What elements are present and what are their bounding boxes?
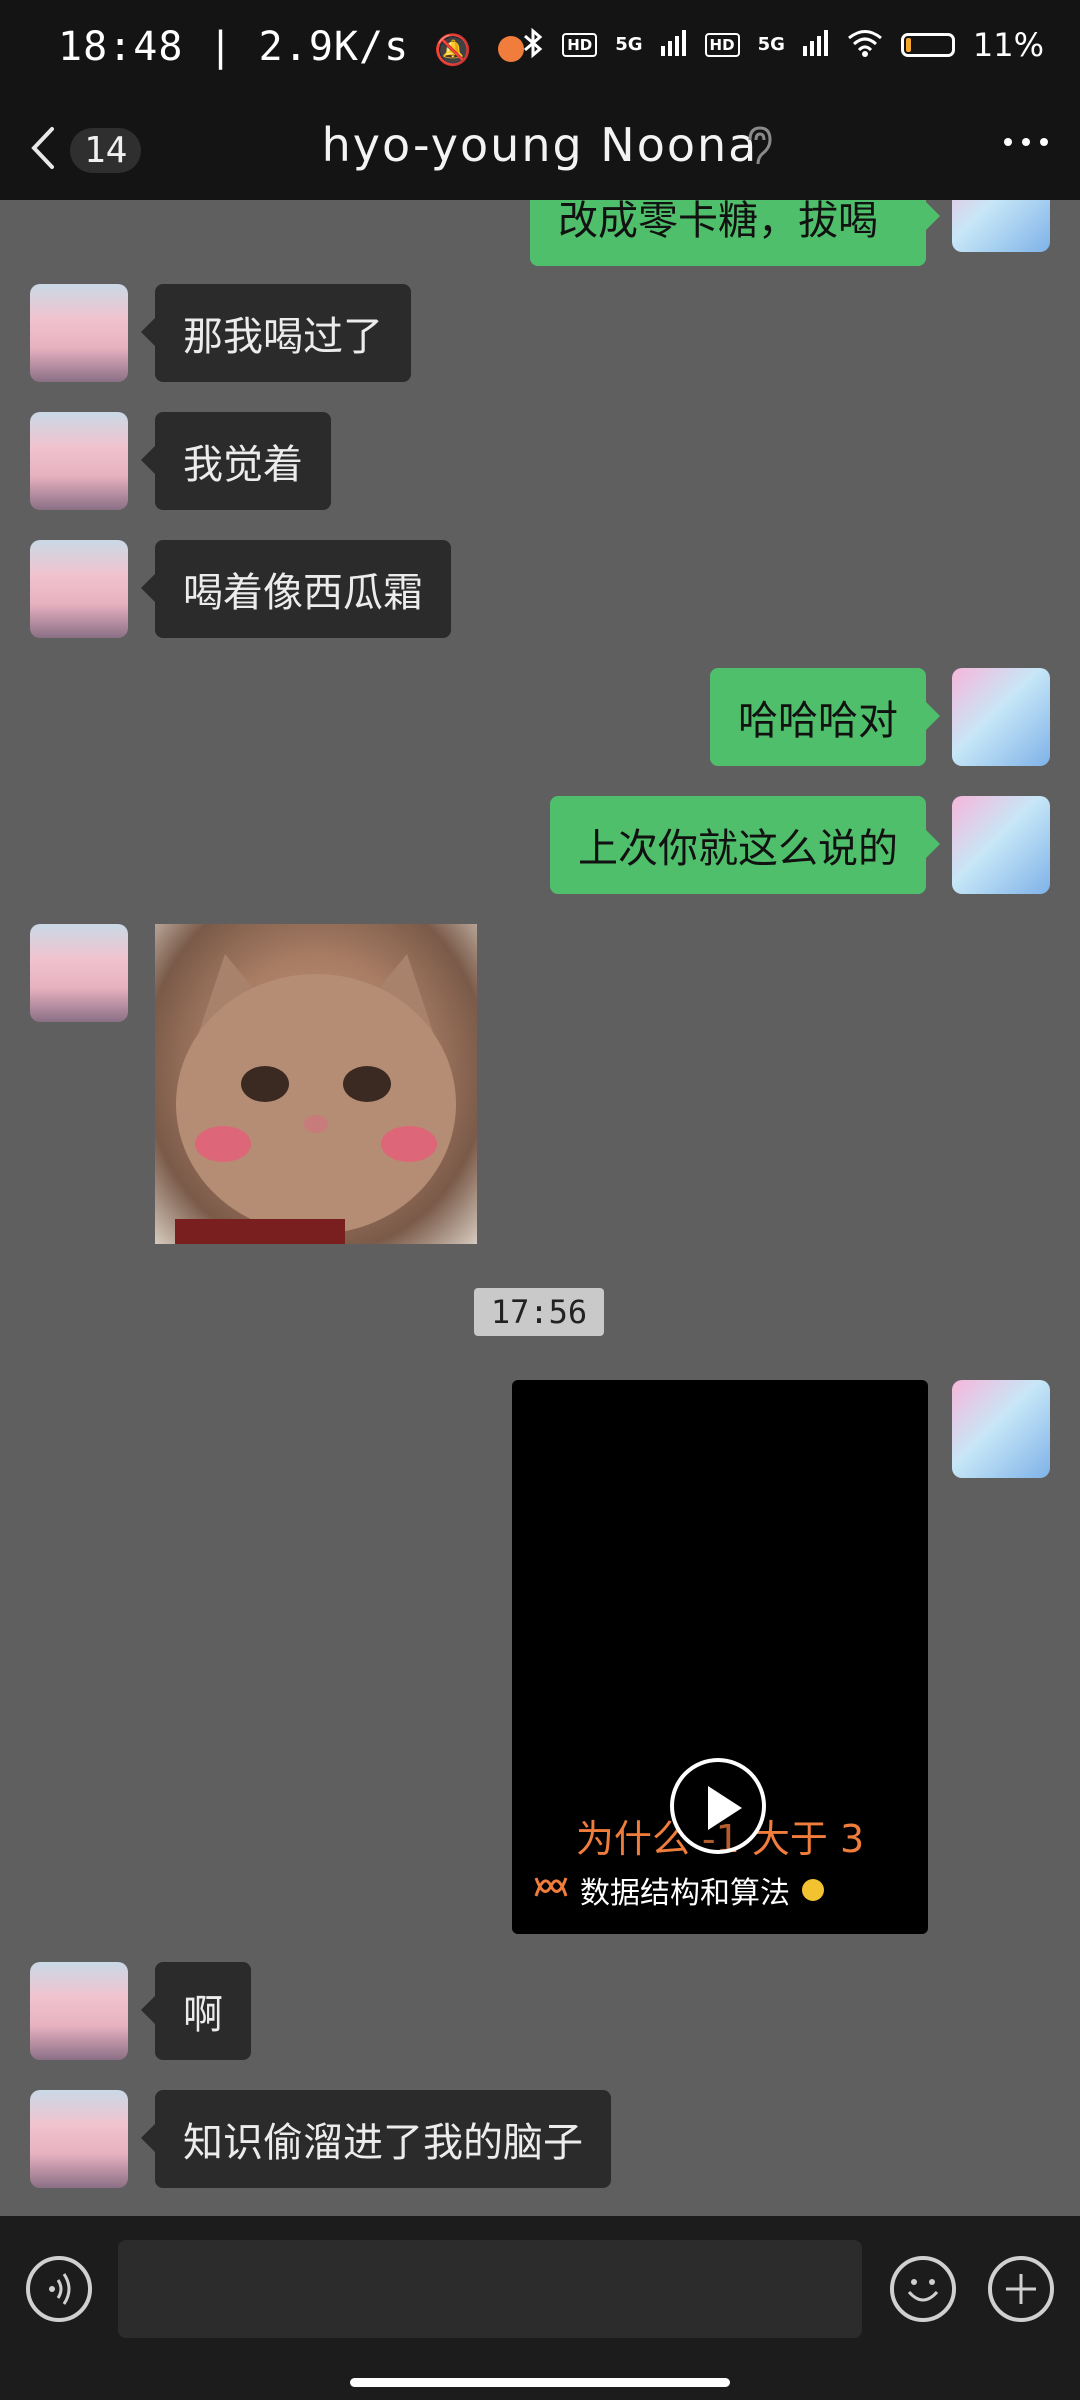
status-time: 18:48 | 2.9K/s 🔕: [58, 24, 524, 70]
avatar-self[interactable]: [952, 668, 1050, 766]
signal-bars-icon-2: [802, 30, 829, 60]
more-dots-icon: [1004, 138, 1012, 146]
avatar-self[interactable]: [952, 796, 1050, 894]
signal-5g-1: 5G: [615, 34, 643, 55]
hd-badge-2: HD: [704, 33, 740, 57]
message-input[interactable]: [118, 2240, 862, 2338]
avatar-contact[interactable]: [30, 1962, 128, 2060]
network-speed: 2.9K/s: [258, 24, 410, 70]
more-functions-button[interactable]: [988, 2256, 1054, 2322]
message-bubble-outgoing[interactable]: 哈哈哈对: [710, 668, 940, 766]
cat-face-icon: [175, 954, 456, 1244]
message-bubble-incoming[interactable]: 那我喝过了: [141, 284, 411, 382]
verified-badge-icon: [802, 1879, 824, 1901]
plus-icon: [1006, 2274, 1036, 2304]
hd-badge-1: HD: [562, 33, 598, 57]
home-indicator[interactable]: [350, 2378, 730, 2387]
message-timestamp: 17:56: [474, 1288, 604, 1336]
status-bar: 18:48 | 2.9K/s 🔕 HD 5G HD 5G 11%: [0, 0, 1080, 100]
message-bubble-outgoing[interactable]: 上次你就这么说的: [550, 796, 940, 894]
message-bubble-incoming[interactable]: 知识偷溜进了我的脑子: [141, 2090, 611, 2188]
message-bubble-incoming[interactable]: 啊: [141, 1962, 251, 2060]
chat-title: hyo-young Noona: [321, 118, 759, 172]
video-message-card[interactable]: 为什么 -1 大于 3 数据结构和算法: [512, 1380, 928, 1934]
bluetooth-icon: [522, 27, 544, 63]
avatar-self[interactable]: [952, 1380, 1050, 1478]
mute-bell-icon: 🔕: [434, 33, 473, 68]
avatar-contact[interactable]: [30, 924, 128, 1022]
message-bubble-outgoing[interactable]: 改成零卡糖，拔喝: [530, 200, 940, 266]
ear-icon: [744, 124, 774, 172]
message-bubble-incoming[interactable]: 喝着像西瓜霜: [141, 540, 451, 638]
emoji-button[interactable]: [890, 2256, 956, 2322]
avatar-contact[interactable]: [30, 2090, 128, 2188]
chat-message-list[interactable]: 改成零卡糖，拔喝 那我喝过了 我觉着 喝着像西瓜霜 哈哈哈对 上次你就这么说的: [0, 200, 1080, 2216]
source-logo-icon: [534, 1873, 568, 1908]
emoji-icon: [907, 2279, 939, 2302]
message-bubble-incoming[interactable]: 我觉着: [141, 412, 331, 510]
voice-icon: [49, 2273, 71, 2305]
wifi-icon: [847, 29, 883, 61]
video-source[interactable]: 数据结构和算法: [534, 1868, 824, 1912]
avatar-self[interactable]: [952, 200, 1050, 252]
battery-percent: 11%: [972, 26, 1044, 64]
avatar-contact[interactable]: [30, 412, 128, 510]
play-icon[interactable]: [670, 1758, 766, 1854]
avatar-contact[interactable]: [30, 540, 128, 638]
more-options-button[interactable]: [1004, 138, 1048, 146]
chat-header: 14 hyo-young Noona: [0, 100, 1080, 200]
voice-input-button[interactable]: [26, 2256, 92, 2322]
video-source-label: 数据结构和算法: [580, 1876, 790, 1911]
app-notification-icon: [497, 36, 524, 62]
battery-level: [905, 38, 911, 52]
signal-5g-2: 5G: [757, 34, 785, 55]
input-bar: [0, 2216, 1080, 2400]
status-icons: HD 5G HD 5G 11%: [522, 26, 1044, 64]
battery-icon: [900, 33, 955, 57]
signal-bars-icon-1: [660, 30, 687, 60]
avatar-contact[interactable]: [30, 284, 128, 382]
cat-sticker-image[interactable]: [155, 924, 477, 1244]
